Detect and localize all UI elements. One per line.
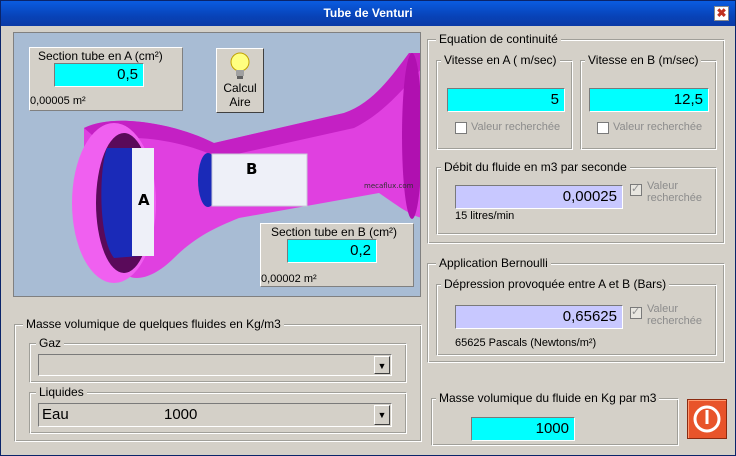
- bernoulli-group: Application Bernoulli Dépression provoqu…: [427, 256, 725, 363]
- flow-checkbox-label: Valeur recherchée: [647, 180, 702, 204]
- depression-checkbox-label: Valeur recherchée: [647, 303, 702, 327]
- lightbulb-icon: [230, 52, 250, 79]
- title-bar: Tube de Venturi ✖: [1, 1, 735, 26]
- speed-a-input[interactable]: 5: [447, 88, 565, 112]
- density-group: Masse volumique du fluide en Kg par m3 1…: [431, 391, 679, 446]
- speed-b-checkbox[interactable]: [597, 122, 609, 134]
- depression-checkbox-label-line2: recherchée: [647, 315, 703, 327]
- section-b-title: Section tube en B (cm²): [271, 225, 398, 239]
- liquids-group: Liquides Eau 1000 ▼: [29, 385, 407, 434]
- depression-checkbox-label-line1: Valeur: [647, 303, 678, 315]
- liquid-name: Eau: [42, 406, 69, 423]
- depression-checkbox[interactable]: ✓: [630, 306, 642, 319]
- flow-litres: 15 litres/min: [455, 210, 515, 222]
- speed-a-checkbox[interactable]: [455, 122, 467, 134]
- gas-select[interactable]: ▼: [38, 354, 392, 376]
- section-b-input[interactable]: 0,2: [287, 239, 377, 263]
- section-b-box: Section tube en B (cm²) 0,2 0,00002 m²: [260, 223, 414, 287]
- liquid-density: 1000: [164, 406, 198, 423]
- power-icon: [693, 405, 721, 433]
- section-b-m2: 0,00002 m²: [261, 273, 317, 285]
- depression-group: Dépression provoquée entre A et B (Bars)…: [436, 277, 717, 356]
- flow-checkbox[interactable]: ✓: [630, 183, 642, 196]
- speed-a-group: Vitesse en A ( m/sec) 5 Valeur recherché…: [436, 53, 573, 150]
- liquids-title: Liquides: [36, 385, 87, 399]
- liquids-select[interactable]: Eau 1000 ▼: [38, 403, 392, 427]
- fluids-group: Masse volumique de quelques fluides en K…: [14, 317, 422, 442]
- watermark: mecaflux.com: [364, 182, 414, 190]
- continuity-group: Equation de continuité Vitesse en A ( m/…: [427, 32, 725, 244]
- aire-label: Aire: [229, 95, 251, 109]
- quit-button[interactable]: [687, 399, 727, 439]
- speed-b-checkbox-label: Valeur recherchée: [613, 121, 703, 133]
- section-a-input[interactable]: 0,5: [54, 63, 144, 87]
- density-title: Masse volumique du fluide en Kg par m3: [436, 391, 660, 405]
- density-input[interactable]: 1000: [471, 417, 575, 441]
- flow-checkbox-label-line2: recherchée: [647, 192, 703, 204]
- section-b-face: [211, 153, 308, 207]
- speed-b-input[interactable]: 12,5: [589, 88, 709, 112]
- speed-b-title: Vitesse en B (m/sec): [585, 53, 702, 67]
- liquids-dropdown-arrow[interactable]: ▼: [374, 405, 390, 425]
- depression-title: Dépression provoquée entre A et B (Bars): [441, 277, 670, 291]
- depression-input[interactable]: 0,65625: [455, 305, 623, 329]
- main-window: Tube de Venturi ✖ A B mecaflux.com Secti…: [0, 0, 736, 456]
- gas-group: Gaz ▼: [29, 336, 407, 383]
- chevron-down-icon: ▼: [377, 410, 387, 420]
- section-a-title: Section tube en A (cm²): [38, 49, 163, 63]
- section-a-box: Section tube en A (cm²) 0,5 0,00005 m²: [29, 47, 183, 111]
- fluids-title: Masse volumique de quelques fluides en K…: [23, 317, 284, 331]
- speed-a-title: Vitesse en A ( m/sec): [441, 53, 560, 67]
- flow-input[interactable]: 0,00025: [455, 185, 623, 209]
- speed-a-checkbox-label: Valeur recherchée: [471, 121, 561, 133]
- bernoulli-title: Application Bernoulli: [436, 256, 551, 270]
- calcul-aire-button[interactable]: Calcul Aire: [216, 48, 264, 113]
- window-title: Tube de Venturi: [323, 6, 413, 20]
- chevron-down-icon: ▼: [377, 361, 387, 371]
- flow-group: Débit du fluide en m3 par seconde 0,0002…: [436, 160, 717, 235]
- speed-b-group: Vitesse en B (m/sec) 12,5 Valeur recherc…: [580, 53, 717, 150]
- depression-pascals: 65625 Pascals (Newtons/m²): [455, 337, 597, 349]
- close-icon: ✖: [716, 6, 727, 20]
- close-button[interactable]: ✖: [714, 6, 729, 21]
- calcul-label: Calcul: [223, 81, 257, 95]
- section-a-m2: 0,00005 m²: [30, 95, 86, 107]
- gas-dropdown-arrow[interactable]: ▼: [374, 356, 390, 374]
- flow-title: Débit du fluide en m3 par seconde: [441, 160, 630, 174]
- continuity-title: Equation de continuité: [436, 32, 561, 46]
- gas-title: Gaz: [36, 336, 65, 350]
- label-a: A: [138, 191, 150, 209]
- label-b: B: [246, 160, 257, 178]
- flow-checkbox-label-line1: Valeur: [647, 180, 678, 192]
